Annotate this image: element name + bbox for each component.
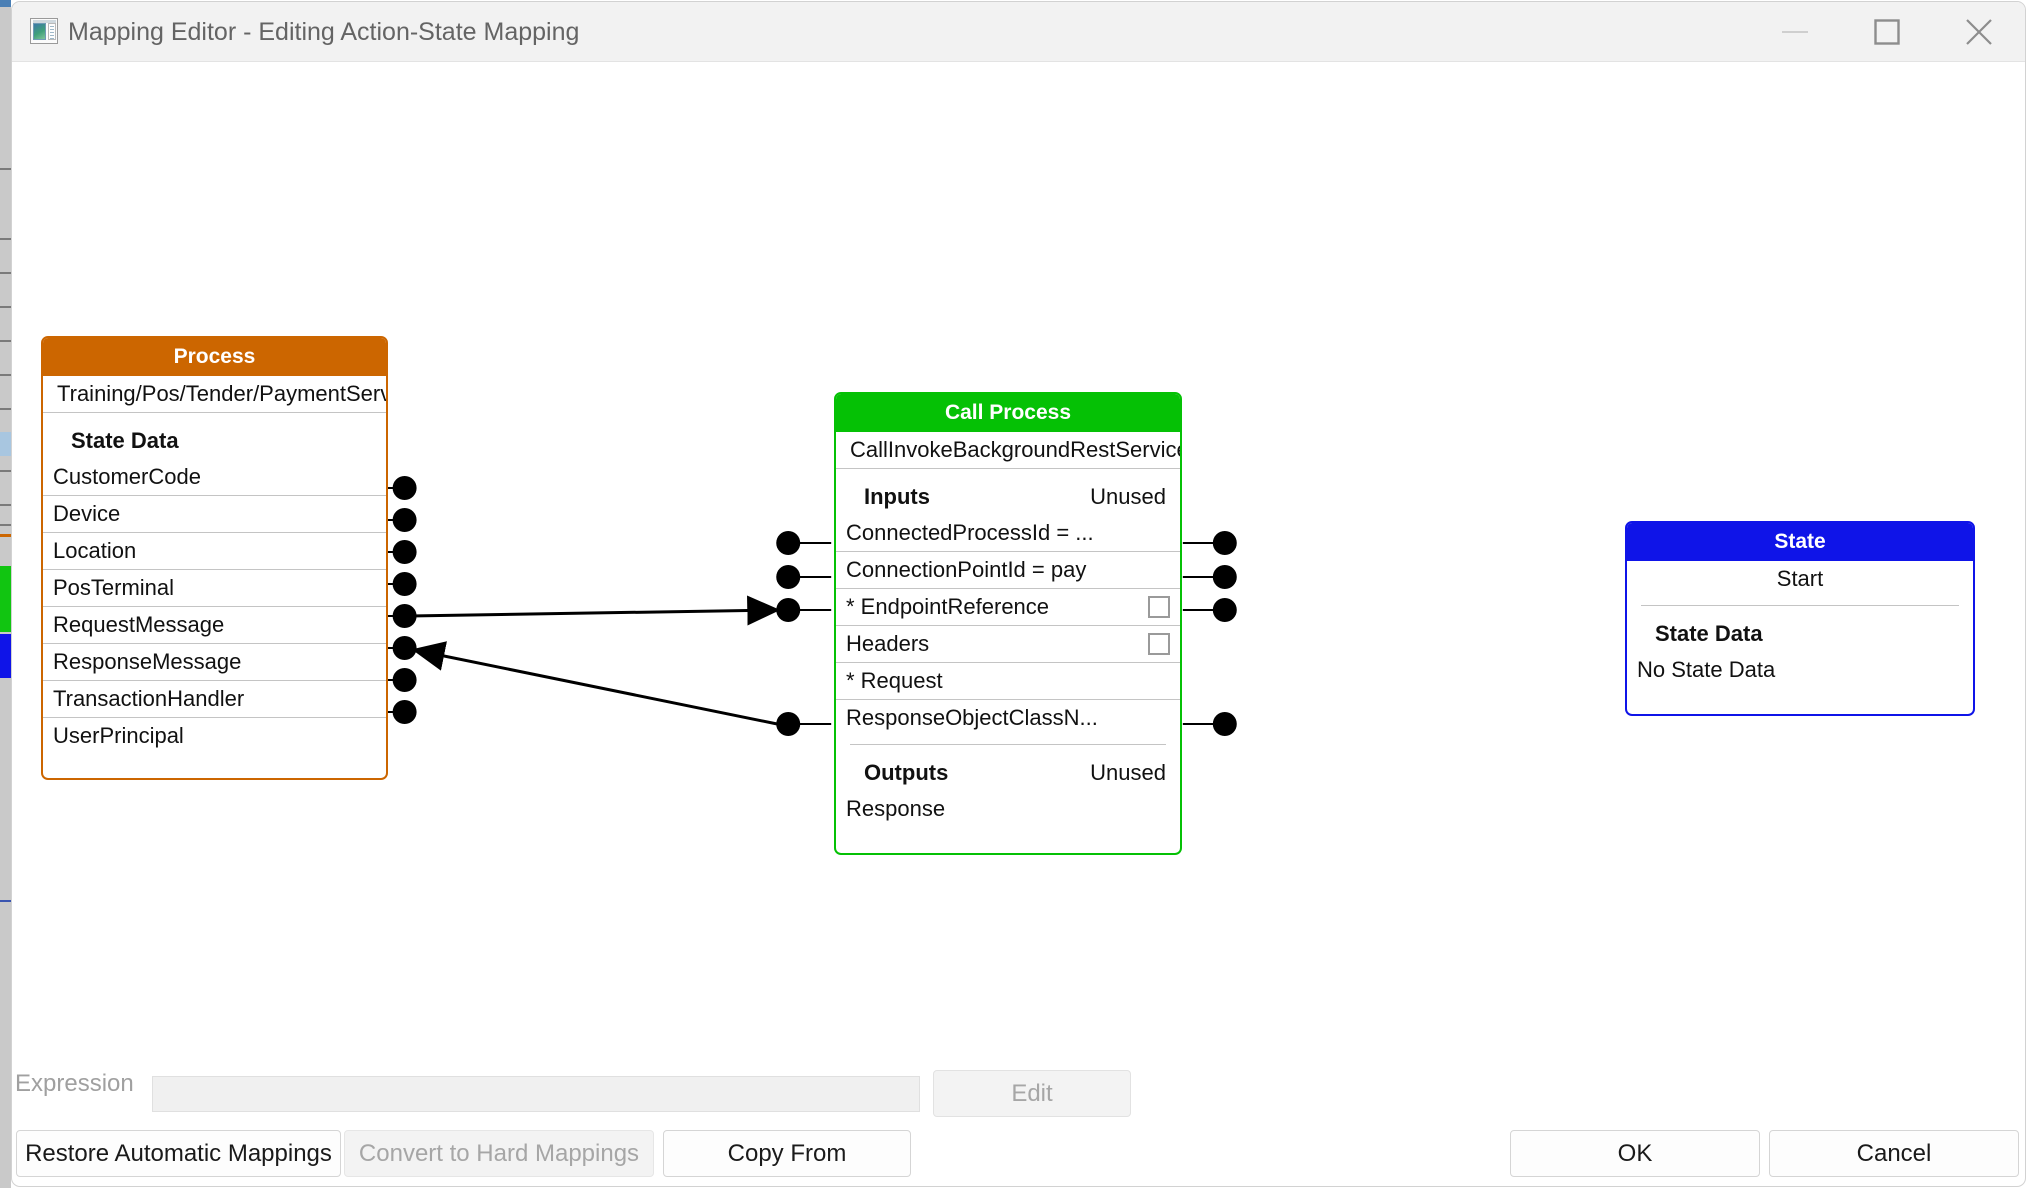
process-port-dots (392, 476, 417, 724)
process-item[interactable]: PosTerminal (43, 570, 386, 607)
node-state-section-label: State Data (1655, 621, 1763, 646)
inputs-status: Unused (1090, 484, 1166, 509)
node-call-process-name: CallInvokeBackgroundRestService (836, 432, 1180, 469)
call-process-input-dots (776, 531, 801, 736)
background-blue-marker (0, 634, 11, 678)
window-title: Mapping Editor - Editing Action-State Ma… (68, 18, 580, 46)
edit-button[interactable]: Edit (933, 1070, 1131, 1117)
input-row-label: * EndpointReference (846, 594, 1050, 619)
copy-from-button[interactable]: Copy From (663, 1130, 911, 1177)
expression-label: Expression (15, 1070, 134, 1097)
title-bar: Mapping Editor - Editing Action-State Ma… (12, 2, 2025, 62)
minimize-button[interactable] (1749, 2, 1841, 62)
background-tick (0, 238, 11, 240)
process-item[interactable]: CustomerCode (43, 459, 386, 496)
background-tick (0, 408, 11, 410)
process-item[interactable]: RequestMessage (43, 607, 386, 644)
call-process-outputs-label: Outputs Unused (836, 745, 1180, 791)
mapping-editor-dialog: Mapping Editor - Editing Action-State Ma… (11, 1, 2026, 1187)
minimize-icon (1782, 31, 1808, 33)
node-call-process[interactable]: Call Process CallInvokeBackgroundRestSer… (834, 392, 1182, 855)
expression-input[interactable] (152, 1076, 920, 1112)
background-green-marker (0, 566, 11, 632)
background-highlight (0, 432, 11, 456)
node-process-path: Training/Pos/Tender/PaymentServ... (43, 376, 386, 413)
node-state-header: State (1627, 523, 1973, 561)
background-tick (0, 900, 11, 902)
process-item[interactable]: UserPrincipal (43, 718, 386, 754)
input-row-label: Headers (846, 631, 930, 656)
background-tick (0, 524, 11, 526)
maximize-button[interactable] (1841, 2, 1933, 62)
call-process-input-row[interactable]: ConnectionPointId = pay (836, 552, 1180, 589)
inputs-label-text: Inputs (864, 484, 930, 509)
mapping-link-response[interactable] (411, 641, 778, 726)
outputs-label-text: Outputs (864, 760, 949, 785)
process-item[interactable]: TransactionHandler (43, 681, 386, 718)
call-process-input-row[interactable]: * Request (836, 663, 1180, 700)
background-tick (0, 168, 11, 170)
background-tick (0, 374, 11, 376)
headers-checkbox[interactable] (1148, 633, 1170, 655)
mapping-editor-icon (30, 18, 58, 44)
background-tick (0, 504, 11, 506)
close-button[interactable] (1933, 2, 2025, 62)
call-process-output-row[interactable]: Response (836, 791, 1180, 827)
call-process-input-row[interactable]: Headers (836, 626, 1180, 663)
state-item: No State Data (1637, 657, 1776, 682)
maximize-icon (1874, 19, 1900, 45)
call-process-input-row[interactable]: * EndpointReference (836, 589, 1180, 626)
restore-automatic-mappings-button[interactable]: Restore Automatic Mappings (16, 1130, 341, 1177)
node-process[interactable]: Process Training/Pos/Tender/PaymentServ.… (41, 336, 388, 780)
call-process-input-row[interactable]: ConnectedProcessId = ... (836, 515, 1180, 552)
background-tick (0, 470, 11, 472)
background-titlebar-strip (0, 0, 11, 7)
process-item[interactable]: Device (43, 496, 386, 533)
node-process-section-label: State Data (71, 428, 179, 453)
ok-button[interactable]: OK (1510, 1130, 1760, 1177)
background-tick (0, 272, 11, 274)
call-process-input-stubs (792, 542, 832, 725)
mapping-canvas[interactable]: Process Training/Pos/Tender/PaymentServ.… (12, 62, 2025, 1062)
endpoint-reference-checkbox[interactable] (1148, 596, 1170, 618)
mapping-link-request[interactable] (409, 595, 781, 626)
node-state-name: Start (1776, 566, 1824, 591)
process-item[interactable]: ResponseMessage (43, 644, 386, 681)
background-tick (0, 340, 11, 342)
close-icon (1966, 19, 1992, 45)
call-process-output-dots (1212, 531, 1237, 736)
call-process-output-stubs (1182, 542, 1221, 725)
node-call-process-header: Call Process (836, 394, 1180, 432)
background-orange-marker (0, 534, 11, 537)
background-tick (0, 306, 11, 308)
node-state[interactable]: State Start State Data No State Data (1625, 521, 1975, 716)
cancel-button[interactable]: Cancel (1769, 1130, 2019, 1177)
call-process-inputs-label: Inputs Unused (836, 469, 1180, 515)
background-window-sliver (0, 0, 11, 1188)
process-item[interactable]: Location (43, 533, 386, 570)
node-process-header: Process (43, 338, 386, 376)
convert-to-hard-mappings-button: Convert to Hard Mappings (344, 1130, 654, 1177)
outputs-status: Unused (1090, 760, 1166, 785)
call-process-input-row[interactable]: ResponseObjectClassN... (836, 700, 1180, 736)
